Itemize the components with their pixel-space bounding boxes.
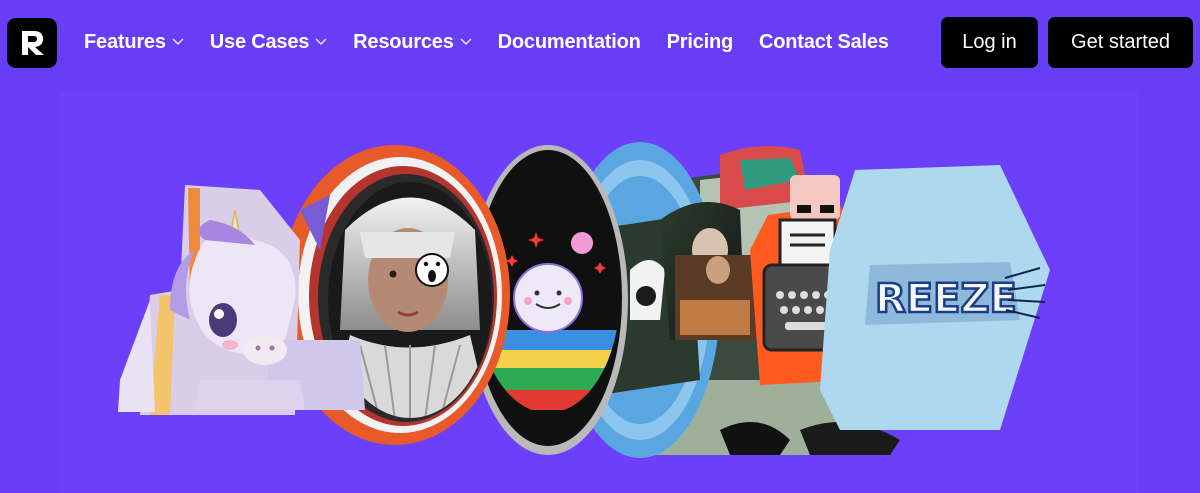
- surprised-face-icon: [415, 253, 449, 287]
- collage-tile-woodworker: [675, 255, 755, 340]
- collage-tile-light-blue: REEZE: [820, 165, 1050, 430]
- hero-art-text: REEZE: [875, 276, 1017, 322]
- hero-collage: REEZE: [118, 142, 1050, 458]
